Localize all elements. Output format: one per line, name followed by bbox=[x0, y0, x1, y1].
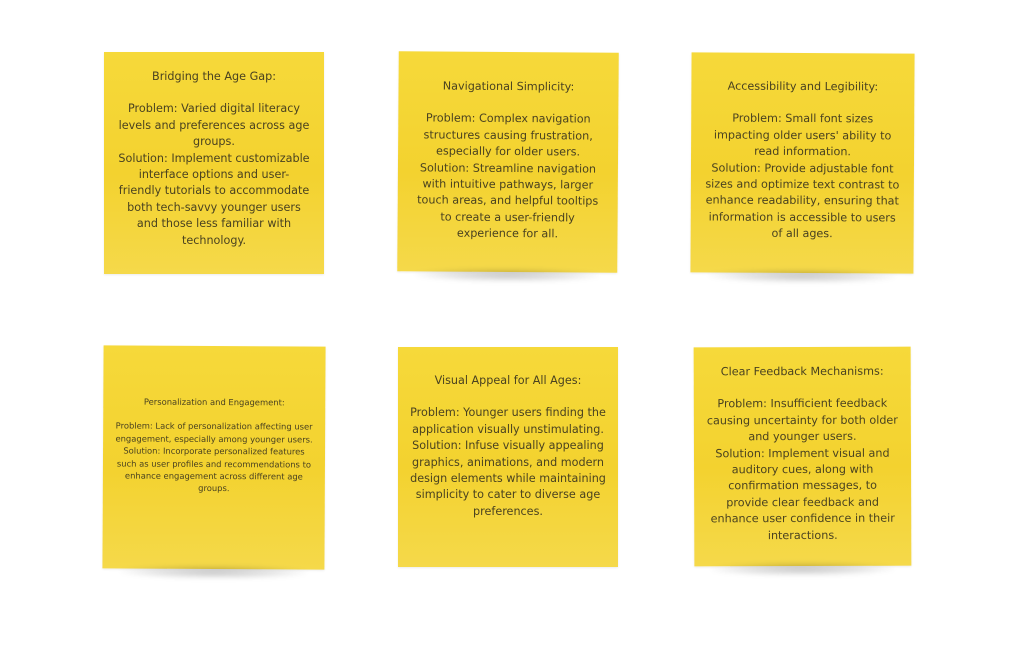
note-problem: Problem: Younger users finding the appli… bbox=[410, 406, 606, 436]
note-title: Accessibility and Legibility: bbox=[727, 79, 879, 94]
note-problem: Problem: Varied digital literacy levels … bbox=[118, 102, 310, 149]
note-body: Problem: Lack of personalization affecti… bbox=[115, 420, 313, 495]
note-body: Problem: Younger users finding the appli… bbox=[410, 405, 606, 520]
note-title: Navigational Simplicity: bbox=[442, 79, 575, 94]
note-body: Problem: Varied digital literacy levels … bbox=[118, 101, 310, 249]
note-solution: Solution: Incorporate personalized featu… bbox=[116, 445, 312, 494]
note-solution: Solution: Implement visual and auditory … bbox=[710, 446, 895, 542]
note-solution: Solution: Infuse visually appealing grap… bbox=[410, 439, 606, 518]
note-solution: Solution: Streamline navigation with int… bbox=[417, 161, 599, 241]
sticky-note-personalization-engagement[interactable]: Personalization and Engagement: Problem:… bbox=[102, 345, 326, 570]
note-problem: Problem: Insufficient feedback causing u… bbox=[706, 397, 898, 444]
note-title: Bridging the Age Gap: bbox=[152, 70, 276, 83]
sticky-note-clear-feedback[interactable]: Clear Feedback Mechanisms: Problem: Insu… bbox=[693, 346, 912, 567]
note-title: Personalization and Engagement: bbox=[143, 396, 285, 408]
sticky-note-visual-appeal[interactable]: Visual Appeal for All Ages: Problem: You… bbox=[398, 347, 618, 567]
note-body: Problem: Insufficient feedback causing u… bbox=[706, 396, 900, 544]
sticky-note-bridging-age-gap[interactable]: Bridging the Age Gap: Problem: Varied di… bbox=[104, 52, 324, 274]
note-title: Clear Feedback Mechanisms: bbox=[720, 364, 884, 379]
note-problem: Problem: Small font sizes impacting olde… bbox=[713, 112, 892, 159]
sticky-note-navigational-simplicity[interactable]: Navigational Simplicity: Problem: Comple… bbox=[397, 51, 619, 273]
note-solution: Solution: Provide adjustable font sizes … bbox=[705, 161, 900, 241]
sticky-note-board: Bridging the Age Gap: Problem: Varied di… bbox=[0, 0, 1028, 649]
note-body: Problem: Small font sizes impacting olde… bbox=[705, 111, 901, 243]
note-problem: Problem: Lack of personalization affecti… bbox=[115, 420, 313, 445]
sticky-note-accessibility-legibility[interactable]: Accessibility and Legibility: Problem: S… bbox=[690, 52, 915, 274]
note-title: Visual Appeal for All Ages: bbox=[434, 374, 582, 387]
note-body: Problem: Complex navigation structures c… bbox=[411, 111, 604, 244]
note-problem: Problem: Complex navigation structures c… bbox=[423, 111, 593, 159]
note-solution: Solution: Implement customizable interfa… bbox=[118, 151, 310, 247]
